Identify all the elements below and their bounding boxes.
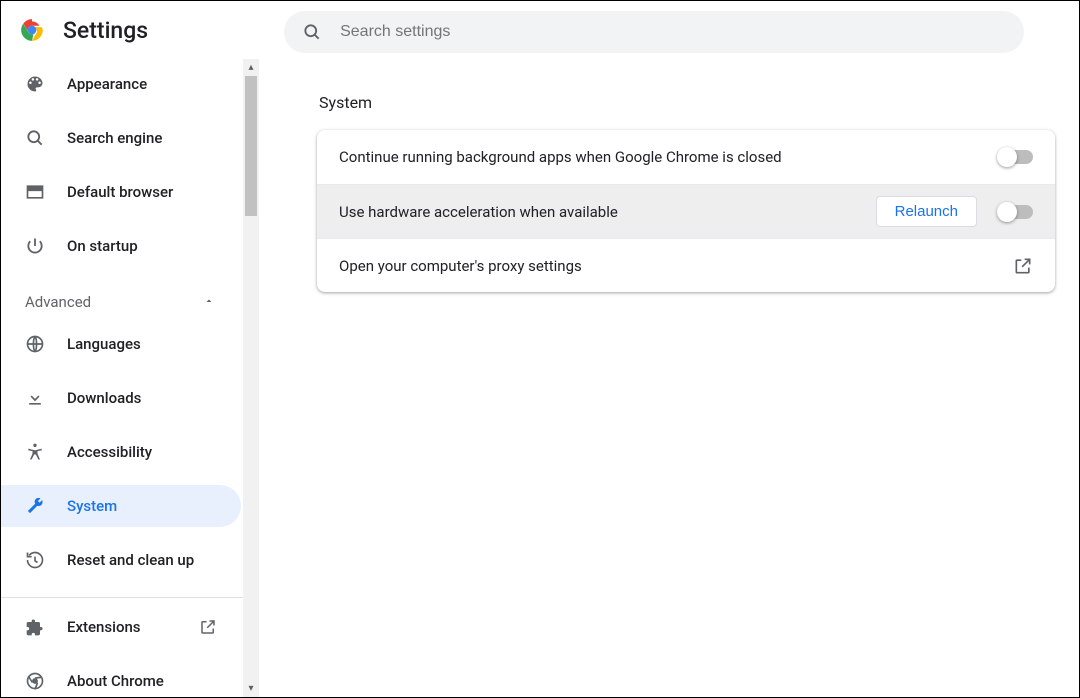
restore-icon [25,550,45,570]
toggle-knob [997,202,1017,222]
sidebar-item-label: Accessibility [67,443,152,461]
sidebar-section-advanced[interactable]: Advanced [1,281,259,323]
sidebar-item-label: Search engine [67,129,162,147]
sidebar-item-search-engine[interactable]: Search engine [1,117,241,159]
relaunch-button[interactable]: Relaunch [876,196,977,227]
sidebar-item-label: System [67,497,117,515]
row-label: Use hardware acceleration when available [339,203,876,221]
sidebar-item-label: Default browser [67,183,173,201]
sidebar: Appearance Search engine Default browser… [1,59,259,697]
scroll-up-icon[interactable]: ▴ [243,59,259,76]
sidebar-item-label: About Chrome [67,672,164,690]
chrome-logo-icon [19,17,45,43]
sidebar-item-system[interactable]: System [1,485,241,527]
power-icon [25,236,45,256]
sidebar-item-on-startup[interactable]: On startup [1,225,241,267]
sidebar-item-languages[interactable]: Languages [1,323,241,365]
sidebar-item-reset[interactable]: Reset and clean up [1,539,241,581]
external-link-icon [1013,256,1033,276]
sidebar-item-about[interactable]: About Chrome [1,660,241,697]
sidebar-item-label: Downloads [67,389,141,407]
scrollbar-thumb[interactable] [245,76,257,216]
wrench-icon [25,496,45,516]
browser-icon [25,182,45,202]
sidebar-item-downloads[interactable]: Downloads [1,377,241,419]
sidebar-item-appearance[interactable]: Appearance [1,63,241,105]
accessibility-icon [25,442,45,462]
toggle-background-apps[interactable] [999,150,1033,164]
search-bar[interactable] [284,11,1024,53]
row-hardware-acceleration: Use hardware acceleration when available… [317,184,1055,238]
advanced-label: Advanced [25,293,91,311]
download-icon [25,388,45,408]
main-content: System Continue running background apps … [259,59,1079,697]
sidebar-item-label: On startup [67,237,138,255]
settings-card: Continue running background apps when Go… [317,130,1055,292]
chrome-gray-icon [25,671,45,691]
row-proxy-settings[interactable]: Open your computer's proxy settings [317,238,1055,292]
sidebar-item-label: Appearance [67,75,147,93]
globe-icon [25,334,45,354]
toggle-knob [997,147,1017,167]
row-background-apps: Continue running background apps when Go… [317,130,1055,184]
toggle-hardware-acceleration[interactable] [999,205,1033,219]
row-label: Continue running background apps when Go… [339,148,999,166]
scroll-down-icon[interactable]: ▾ [243,680,259,697]
row-label: Open your computer's proxy settings [339,257,1013,275]
search-icon [302,22,322,42]
sidebar-item-default-browser[interactable]: Default browser [1,171,241,213]
section-title: System [319,93,1055,112]
extension-icon [25,617,45,637]
sidebar-item-label: Reset and clean up [67,551,194,569]
palette-icon [25,74,45,94]
sidebar-item-extensions[interactable]: Extensions [1,606,241,648]
scrollbar[interactable]: ▴ ▾ [243,59,259,697]
sidebar-item-accessibility[interactable]: Accessibility [1,431,241,473]
divider [1,597,247,598]
search-input[interactable] [340,23,1006,41]
sidebar-item-label: Languages [67,335,141,353]
chevron-up-icon [203,293,215,311]
page-title: Settings [63,17,148,44]
sidebar-item-label: Extensions [67,618,141,636]
external-link-icon [199,618,217,636]
search-icon [25,128,45,148]
